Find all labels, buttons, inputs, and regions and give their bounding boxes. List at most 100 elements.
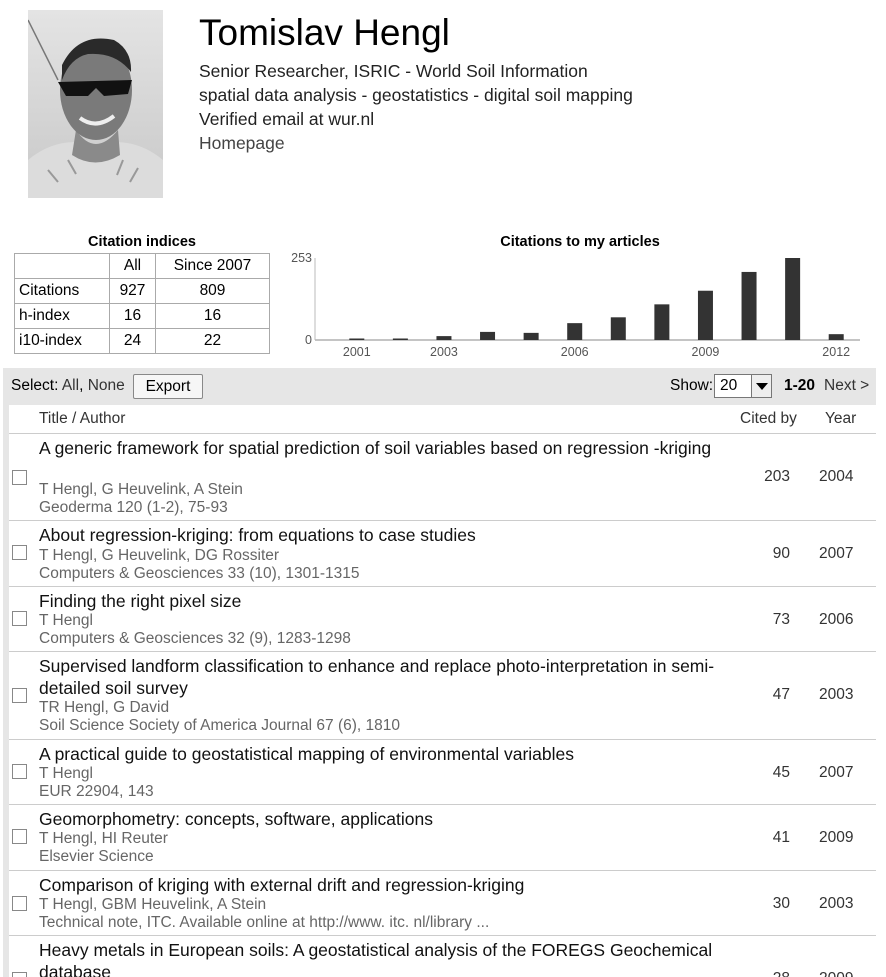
homepage-link[interactable]: Homepage — [199, 132, 285, 154]
chart-bar — [654, 304, 670, 340]
chart-x-tick-label: 2006 — [561, 345, 589, 359]
chart-bar — [392, 338, 408, 340]
article-year: 2009 — [819, 829, 854, 846]
article-row: A generic framework for spatial predicti… — [9, 434, 876, 521]
article-authors: T Hengl, GBM Heuvelink, A Stein — [39, 896, 267, 913]
article-year: 2006 — [819, 611, 854, 628]
article-title[interactable]: A practical guide to geostatistical mapp… — [39, 743, 719, 765]
articles-list: Title / Author Cited by Year A generic f… — [3, 405, 876, 977]
article-cited-by[interactable]: 28 — [739, 970, 790, 977]
profile-name: Tomislav Hengl — [199, 12, 450, 53]
profile-affiliation: Senior Researcher, ISRIC - World Soil In… — [199, 61, 588, 81]
article-checkbox[interactable] — [12, 896, 27, 911]
article-venue: Soil Science Society of America Journal … — [39, 717, 400, 734]
chart-bar — [349, 338, 365, 340]
article-checkbox[interactable] — [12, 545, 27, 560]
article-checkbox[interactable] — [12, 470, 27, 485]
indices-value-all: 927 — [109, 278, 156, 304]
indices-header-row: All Since 2007 — [14, 253, 270, 279]
article-venue: Elsevier Science — [39, 848, 154, 865]
chart-x-tick-label: 2003 — [430, 345, 458, 359]
article-row: Geomorphometry: concepts, software, appl… — [9, 805, 876, 871]
article-row: Supervised landform classification to en… — [9, 652, 876, 740]
chart-y-tick-label: 253 — [291, 251, 312, 265]
articles-toolbar: Select: All, None Export Show: 20 1-20 N… — [3, 368, 876, 405]
article-cited-by[interactable]: 73 — [739, 611, 790, 629]
chart-bar — [480, 331, 496, 340]
select-none-link[interactable]: None — [88, 377, 125, 394]
select-control: Select: All, None — [11, 377, 125, 395]
article-cited-by[interactable]: 41 — [739, 829, 790, 847]
chart-bar — [741, 271, 757, 340]
indices-header-empty — [14, 253, 110, 279]
article-row: Comparison of kriging with external drif… — [9, 871, 876, 936]
article-venue: Geoderma 120 (1-2), 75-93 — [39, 499, 228, 516]
indices-row-i10-index: i10-index 24 22 — [14, 328, 270, 354]
citation-indices-title: Citation indices — [88, 234, 196, 250]
article-cited-by[interactable]: 45 — [739, 764, 790, 782]
article-year: 2007 — [819, 545, 854, 562]
article-checkbox[interactable] — [12, 972, 27, 977]
indices-value-since: 22 — [155, 328, 270, 354]
article-cited-by[interactable]: 203 — [739, 468, 790, 486]
article-title[interactable]: Finding the right pixel size — [39, 590, 719, 612]
article-cited-by[interactable]: 47 — [739, 686, 790, 704]
article-title[interactable]: A generic framework for spatial predicti… — [39, 437, 719, 459]
article-year: 2003 — [819, 686, 854, 703]
verified-email: Verified email at wur.nl — [199, 109, 375, 129]
indices-value-since: 809 — [155, 278, 270, 304]
select-all-link[interactable]: All — [62, 377, 79, 394]
column-header-year[interactable]: Year — [825, 410, 856, 428]
article-year: 2003 — [819, 895, 854, 912]
indices-row-h-index: h-index 16 16 — [14, 303, 270, 329]
article-title[interactable]: Heavy metals in European soils: A geosta… — [39, 939, 719, 977]
chart-x-tick-label: 2009 — [692, 345, 720, 359]
indices-header-all: All — [109, 253, 156, 279]
select-prefix: Select: — [11, 377, 59, 394]
article-title[interactable]: Supervised landform classification to en… — [39, 655, 719, 699]
indices-value-all: 24 — [109, 328, 156, 354]
chevron-down-icon[interactable] — [751, 375, 771, 397]
article-cited-by[interactable]: 30 — [739, 895, 790, 913]
article-authors: T Hengl — [39, 765, 93, 782]
article-title[interactable]: About regression-kriging: from equations… — [39, 524, 719, 546]
citations-bar-chart: 2001 2003 2006 2009 2012 253 0 — [291, 251, 860, 359]
article-venue: EUR 22904, 143 — [39, 783, 154, 800]
profile-photo — [28, 10, 163, 198]
next-page-link[interactable]: Next > — [824, 377, 869, 395]
chart-bar — [436, 336, 452, 340]
column-header-title[interactable]: Title / Author — [39, 410, 125, 428]
select-separator: , — [79, 377, 84, 394]
indices-row-citations: Citations 927 809 — [14, 278, 270, 304]
chart-y-tick-label: 0 — [305, 333, 312, 347]
article-authors: T Hengl, HI Reuter — [39, 830, 168, 847]
indices-value-all: 16 — [109, 303, 156, 329]
article-venue: Computers & Geosciences 32 (9), 1283-129… — [39, 630, 351, 647]
chart-bar — [785, 258, 801, 340]
article-year: 2004 — [819, 468, 854, 485]
article-cited-by[interactable]: 90 — [739, 545, 790, 563]
article-title[interactable]: Comparison of kriging with external drif… — [39, 874, 719, 896]
citation-indices-table: All Since 2007 Citations 927 809 h-index… — [14, 253, 270, 354]
article-venue: Technical note, ITC. Available online at… — [39, 914, 490, 931]
show-count-select[interactable]: 20 — [714, 374, 772, 398]
article-row: A practical guide to geostatistical mapp… — [9, 740, 876, 805]
article-year: 2007 — [819, 764, 854, 781]
article-authors: T Hengl — [39, 612, 93, 629]
article-authors: TR Hengl, G David — [39, 699, 170, 716]
article-checkbox[interactable] — [12, 764, 27, 779]
chart-x-tick-label: 2012 — [822, 345, 850, 359]
profile-interests: spatial data analysis - geostatistics - … — [199, 85, 633, 105]
article-title[interactable]: Geomorphometry: concepts, software, appl… — [39, 808, 719, 830]
article-authors: T Hengl, G Heuvelink, DG Rossiter — [39, 547, 280, 564]
column-header-cited-by[interactable]: Cited by — [740, 410, 797, 428]
chart-bar — [567, 323, 583, 340]
export-button[interactable]: Export — [133, 374, 203, 399]
article-checkbox[interactable] — [12, 829, 27, 844]
chart-bar — [828, 334, 844, 340]
article-checkbox[interactable] — [12, 611, 27, 626]
chart-bar — [523, 332, 539, 340]
article-checkbox[interactable] — [12, 688, 27, 703]
indices-row-label: h-index — [14, 303, 110, 329]
article-row: Heavy metals in European soils: A geosta… — [9, 936, 876, 977]
